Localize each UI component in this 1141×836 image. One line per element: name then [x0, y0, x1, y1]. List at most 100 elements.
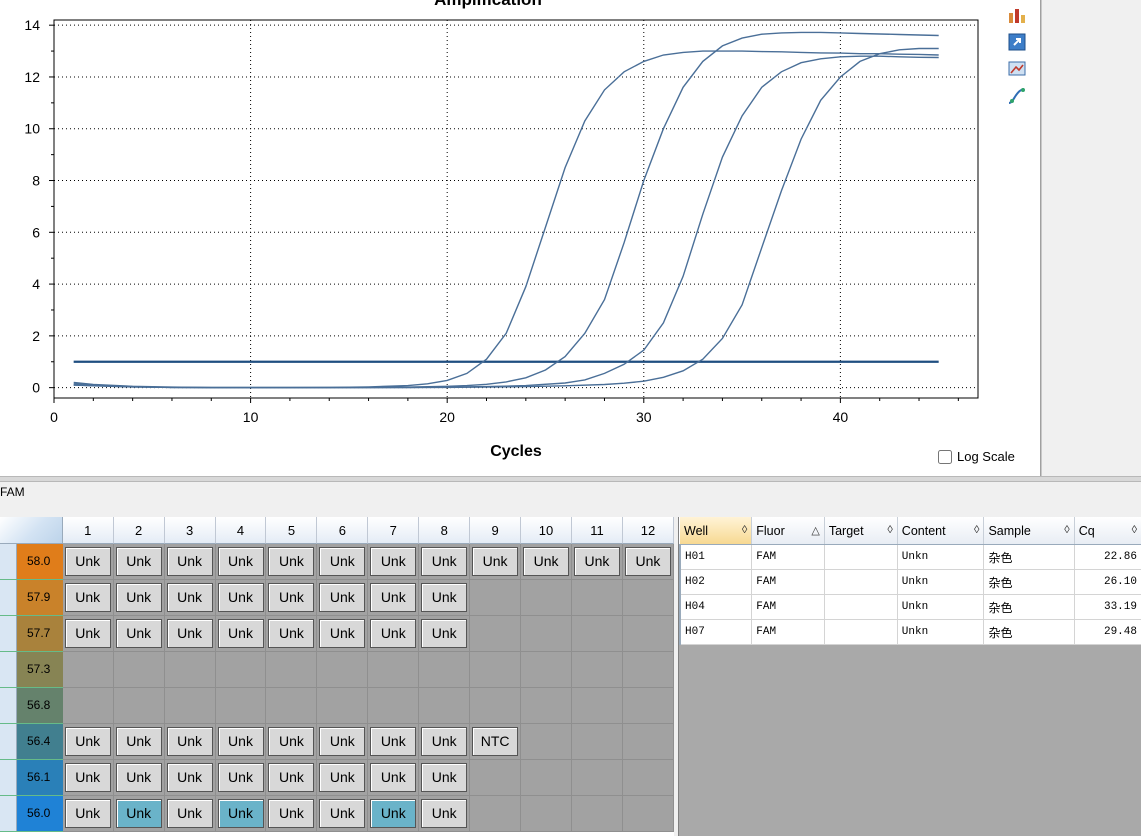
plate-well[interactable]: Unk	[419, 760, 471, 796]
table-row[interactable]: H01 FAM Unkn 杂色 22.86	[679, 544, 1141, 570]
plate-well[interactable]: Unk	[164, 544, 216, 580]
plate-well[interactable]	[572, 760, 623, 796]
plate-well[interactable]: Unk	[317, 616, 369, 652]
plate-well[interactable]	[572, 580, 623, 616]
plate-well[interactable]: Unk	[419, 796, 471, 832]
plate-well[interactable]	[572, 724, 623, 760]
plate-column-header-1[interactable]: 1	[62, 517, 114, 544]
plate-well[interactable]	[470, 616, 522, 652]
plate-well[interactable]	[113, 688, 165, 724]
plate-well[interactable]	[368, 688, 420, 724]
plate-well[interactable]	[521, 688, 572, 724]
plate-well[interactable]: Unk	[622, 544, 674, 580]
plate-well[interactable]: Unk	[215, 796, 267, 832]
plate-well[interactable]: Unk	[317, 580, 369, 616]
plate-column-header-2[interactable]: 2	[113, 517, 165, 544]
plate-well[interactable]: Unk	[266, 544, 318, 580]
plate-well[interactable]: Unk	[62, 580, 114, 616]
plate-well[interactable]	[266, 688, 318, 724]
plate-well[interactable]	[164, 688, 216, 724]
sort-icon[interactable]: ◊	[1064, 524, 1069, 536]
plate-well[interactable]: Unk	[572, 544, 623, 580]
plate-well[interactable]: Unk	[368, 544, 420, 580]
results-column-well[interactable]: Well ◊	[680, 517, 753, 545]
plate-column-header-12[interactable]: 12	[622, 517, 674, 544]
plate-well[interactable]	[622, 616, 674, 652]
plate-well[interactable]: Unk	[368, 724, 420, 760]
plate-well[interactable]	[572, 796, 623, 832]
plate-row-header[interactable]: 56.0	[0, 796, 63, 832]
plate-well[interactable]: Unk	[317, 544, 369, 580]
plate-well[interactable]	[521, 724, 572, 760]
plate-well[interactable]	[215, 652, 267, 688]
plate-row-header[interactable]: 57.7	[0, 616, 63, 652]
plate-well[interactable]	[266, 652, 318, 688]
plate-well[interactable]	[622, 652, 674, 688]
fluor-tab[interactable]: FAM	[0, 485, 25, 499]
results-column-fluor[interactable]: Fluor △	[751, 517, 825, 545]
splitter[interactable]	[0, 476, 1141, 482]
plate-well[interactable]	[470, 688, 522, 724]
plate-well[interactable]	[62, 688, 114, 724]
image-copy-icon[interactable]	[1006, 58, 1028, 80]
plate-column-header-4[interactable]: 4	[215, 517, 267, 544]
plate-well[interactable]	[622, 760, 674, 796]
plate-well[interactable]: Unk	[164, 580, 216, 616]
plate-well[interactable]: Unk	[62, 616, 114, 652]
results-column-content[interactable]: Content ◊	[897, 517, 985, 545]
log-scale-toggle[interactable]: Log Scale	[938, 449, 1015, 464]
plate-well[interactable]: Unk	[470, 544, 522, 580]
plate-well[interactable]: Unk	[521, 544, 572, 580]
plate-well[interactable]: Unk	[62, 796, 114, 832]
plate-well[interactable]: Unk	[113, 796, 165, 832]
sort-icon[interactable]: ◊	[887, 524, 892, 536]
plate-well[interactable]: Unk	[419, 580, 471, 616]
table-row[interactable]: H07 FAM Unkn 杂色 29.48	[679, 619, 1141, 645]
chart-settings-icon[interactable]	[1006, 4, 1028, 26]
plate-well[interactable]: Unk	[368, 796, 420, 832]
plate-well[interactable]	[215, 688, 267, 724]
plate-well[interactable]: Unk	[164, 796, 216, 832]
table-row[interactable]: H02 FAM Unkn 杂色 26.10	[679, 569, 1141, 595]
plate-well[interactable]	[470, 760, 522, 796]
plate-well[interactable]	[317, 688, 369, 724]
plate-well[interactable]	[572, 688, 623, 724]
plate-row-header[interactable]: 57.9	[0, 580, 63, 616]
plate-well[interactable]: Unk	[317, 796, 369, 832]
plate-corner[interactable]	[0, 517, 63, 544]
plate-well[interactable]: Unk	[215, 616, 267, 652]
plate-well[interactable]: Unk	[62, 544, 114, 580]
plate-row-header[interactable]: 56.1	[0, 760, 63, 796]
plate-well[interactable]: Unk	[164, 616, 216, 652]
plate-well[interactable]: Unk	[113, 544, 165, 580]
plate-well[interactable]	[419, 688, 471, 724]
plate-column-header-3[interactable]: 3	[164, 517, 216, 544]
plate-column-header-7[interactable]: 7	[368, 517, 420, 544]
plate-column-header-9[interactable]: 9	[470, 517, 522, 544]
plate-well[interactable]	[622, 724, 674, 760]
plate-well[interactable]	[521, 580, 572, 616]
plate-column-header-11[interactable]: 11	[572, 517, 623, 544]
export-icon[interactable]	[1006, 31, 1028, 53]
plate-well[interactable]	[572, 616, 623, 652]
plate-well[interactable]: Unk	[317, 760, 369, 796]
plate-well[interactable]: Unk	[113, 724, 165, 760]
plate-column-header-10[interactable]: 10	[521, 517, 572, 544]
log-scale-checkbox[interactable]	[938, 449, 952, 464]
plate-well[interactable]	[317, 652, 369, 688]
plate-well[interactable]: Unk	[266, 724, 318, 760]
sort-icon[interactable]: ◊	[1132, 524, 1137, 536]
plate-column-header-6[interactable]: 6	[317, 517, 369, 544]
plate-row-header[interactable]: 56.4	[0, 724, 63, 760]
plate-well[interactable]: Unk	[368, 760, 420, 796]
plate-well[interactable]	[419, 652, 471, 688]
sort-icon[interactable]: ◊	[974, 524, 979, 536]
plate-well[interactable]: NTC	[470, 724, 522, 760]
plate-row-header[interactable]: 58.0	[0, 544, 63, 580]
sort-icon[interactable]: △	[811, 524, 819, 537]
results-column-cq[interactable]: Cq ◊	[1074, 517, 1141, 545]
plate-well[interactable]	[470, 796, 522, 832]
plate-row-header[interactable]: 56.8	[0, 688, 63, 724]
plate-column-header-5[interactable]: 5	[266, 517, 318, 544]
plate-well[interactable]: Unk	[266, 796, 318, 832]
